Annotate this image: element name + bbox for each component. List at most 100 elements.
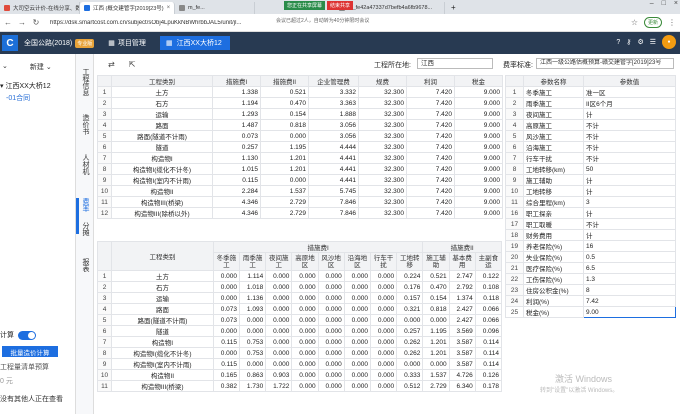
param-value[interactable]: 不计 — [583, 130, 676, 142]
table-cell[interactable]: 0.000 — [212, 270, 241, 282]
table-cell[interactable]: 2.729 — [260, 196, 309, 208]
table-row[interactable]: 2 石方 1.194 0.470 3.363 32.300 7.420 9.000 — [97, 97, 503, 109]
table-cell[interactable]: 0.000 — [317, 281, 345, 293]
param-row[interactable]: 10 工地转移计 — [505, 185, 676, 197]
param-row[interactable]: 19 养老保险(%) 16 — [505, 240, 676, 252]
table-cell[interactable]: 5.745 — [308, 185, 359, 197]
new-button[interactable]: 新建 ⌄ — [30, 62, 52, 72]
chevron-down-icon[interactable]: ⌄ — [2, 62, 8, 72]
table-cell[interactable]: 32.300 — [358, 130, 407, 142]
table-cell[interactable]: 9.000 — [454, 196, 503, 208]
param-row[interactable]: 8 工地转移(km) 50 — [505, 163, 676, 175]
back-icon[interactable]: ← — [4, 18, 12, 27]
table-cell[interactable]: 32.300 — [358, 185, 407, 197]
param-value[interactable]: 不计 — [583, 218, 676, 230]
table-cell[interactable]: 0.000 — [343, 358, 371, 370]
table-cell[interactable]: 7.420 — [406, 185, 455, 197]
close-window-icon[interactable]: × — [674, 0, 678, 7]
table-cell[interactable]: 0.000 — [396, 314, 424, 326]
param-row[interactable]: 17 职工取暖 不计 — [505, 218, 676, 230]
table-cell[interactable]: 3.363 — [308, 97, 359, 109]
nav-item-project-info[interactable]: 工程信息 — [79, 68, 89, 96]
table-cell[interactable]: 2.792 — [448, 281, 476, 293]
param-value[interactable]: 计 — [583, 207, 676, 219]
table-cell[interactable]: 2.747 — [448, 270, 476, 282]
table-cell[interactable]: 7.420 — [406, 130, 455, 142]
table-cell[interactable]: 0.000 — [212, 325, 241, 337]
url-input[interactable]: https://dsk.smartcost.com.cn/subject/sOb… — [50, 20, 260, 26]
table-cell[interactable]: 1.018 — [239, 281, 267, 293]
table-cell[interactable]: 1.201 — [422, 347, 450, 359]
table-cell[interactable]: 0.000 — [265, 336, 293, 348]
table-cell[interactable]: 0.903 — [265, 369, 293, 381]
table-cell[interactable]: 9.000 — [454, 130, 503, 142]
table-cell[interactable]: 0.000 — [291, 336, 319, 348]
table-cell[interactable]: 32.300 — [358, 119, 407, 131]
table-cell[interactable]: 0.108 — [474, 281, 503, 293]
param-row[interactable]: 25 税金(%) 9.00 — [505, 306, 676, 318]
table-row[interactable]: 9 构造物I(室内不计雨) 0.115 0.000 0.000 0.000 0.000 0.0… — [96, 358, 503, 370]
table-cell[interactable]: 0.818 — [422, 303, 450, 315]
table-cell[interactable]: 0.000 — [239, 314, 267, 326]
param-value[interactable]: 计 — [583, 229, 676, 241]
param-row[interactable]: 9 施工辅助计 — [505, 174, 676, 186]
table-cell[interactable]: 0.000 — [260, 130, 309, 142]
menu-grid-icon[interactable]: ☰ — [650, 38, 656, 46]
table-cell[interactable]: 7.420 — [406, 152, 455, 164]
param-row[interactable]: 23 住房公积金(%) 8 — [505, 284, 676, 296]
export-icon[interactable]: ⇱ — [129, 60, 136, 69]
table-cell[interactable]: 0.521 — [422, 270, 450, 282]
param-row[interactable]: 3 夜间施工计 — [505, 108, 676, 120]
menu-icon[interactable]: ⋮ — [668, 18, 676, 27]
table-cell[interactable]: 9.000 — [454, 163, 503, 175]
nav-item-allocation[interactable]: 分摊 — [79, 222, 89, 236]
table-row[interactable]: 1 土方 0.000 1.114 0.000 0.000 0.000 0.000 0.000 0.… — [96, 270, 503, 282]
table-cell[interactable]: 7.420 — [406, 163, 455, 175]
tree-item-child[interactable]: -01合同 — [6, 93, 30, 103]
table-cell[interactable]: 4.346 — [212, 207, 261, 219]
key-icon[interactable]: ⚷ — [626, 38, 631, 46]
avatar[interactable]: ● — [662, 35, 676, 49]
table-cell[interactable]: 9.000 — [454, 207, 503, 219]
table-cell[interactable]: 0.262 — [396, 347, 424, 359]
table-cell[interactable]: 3.056 — [308, 119, 359, 131]
param-row[interactable]: 22 工伤保险(%) 1.3 — [505, 273, 676, 285]
nav-item-reports[interactable]: 报表 — [79, 258, 89, 272]
table-cell[interactable]: 0.000 — [317, 358, 345, 370]
param-row[interactable]: 4 高原施工 不计 — [505, 119, 676, 131]
param-row[interactable]: 21 医疗保险(%) 6.5 — [505, 262, 676, 274]
table-cell[interactable]: 0.000 — [343, 270, 371, 282]
reload-icon[interactable]: ↻ — [32, 18, 40, 27]
param-value[interactable]: 9.00 — [583, 306, 676, 318]
table-cell[interactable]: 1.722 — [265, 380, 293, 392]
table-cell[interactable]: 0.000 — [260, 174, 309, 186]
table-cell[interactable]: 9.000 — [454, 119, 503, 131]
table-cell[interactable]: 0.000 — [369, 281, 398, 293]
close-icon[interactable]: × — [167, 5, 171, 11]
table-cell[interactable]: 0.118 — [474, 292, 503, 304]
table-cell[interactable]: 0.073 — [212, 130, 261, 142]
table-cell[interactable]: 0.000 — [317, 314, 345, 326]
table-cell[interactable]: 3.569 — [448, 325, 476, 337]
table-cell[interactable]: 32.300 — [358, 108, 407, 120]
table-cell[interactable]: 0.000 — [396, 358, 424, 370]
table-cell[interactable]: 2.284 — [212, 185, 261, 197]
table-cell[interactable]: 0.114 — [474, 358, 503, 370]
param-value[interactable]: 准一区 — [583, 86, 676, 98]
table-row[interactable]: 9 构造物I(室内不计雨) 0.115 0.000 4.441 32.300 7.420 9.… — [97, 174, 503, 186]
table-cell[interactable]: 0.000 — [369, 325, 398, 337]
browser-tab-2[interactable]: m_fe... — [175, 2, 255, 14]
table-cell[interactable]: 0.165 — [212, 369, 241, 381]
table-cell[interactable]: 0.073 — [212, 314, 241, 326]
table-cell[interactable]: 0.000 — [317, 347, 345, 359]
table-cell[interactable]: 7.420 — [406, 174, 455, 186]
table-cell[interactable]: 0.000 — [422, 358, 450, 370]
table-cell[interactable]: 1.730 — [239, 380, 267, 392]
table-row[interactable]: 4 路面 1.487 0.818 3.056 32.300 7.420 9.000 — [97, 119, 503, 131]
table-cell[interactable]: 1.201 — [422, 336, 450, 348]
table-cell[interactable]: 0.000 — [265, 292, 293, 304]
table-cell[interactable]: 0.000 — [317, 325, 345, 337]
table-cell[interactable]: 4.444 — [308, 141, 359, 153]
standard-select[interactable]: 江西一级公路估概预算-赣交建管字[2019]23号 — [536, 58, 674, 69]
table-cell[interactable]: 0.000 — [369, 270, 398, 282]
